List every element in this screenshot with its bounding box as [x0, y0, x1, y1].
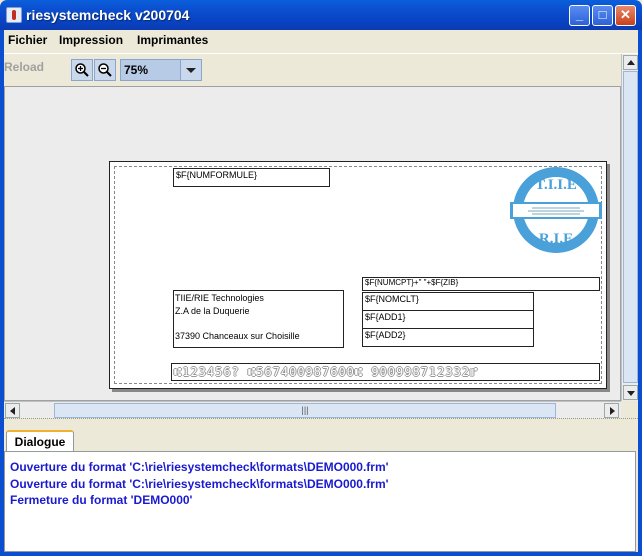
scroll-down-button[interactable]	[623, 385, 638, 400]
vertical-scroll-thumb[interactable]	[623, 71, 638, 383]
field-add2: $F{ADD2}	[362, 328, 534, 347]
zoom-in-button[interactable]	[71, 59, 93, 81]
console-message: Ouverture du format 'C:\rie\riesystemche…	[10, 460, 389, 474]
tiie-rie-logo: T.I.I.E R.I.E	[510, 167, 602, 253]
sender-line-2: Z.A de la Duquerie	[175, 306, 250, 316]
chevron-down-icon[interactable]	[180, 59, 202, 81]
scroll-left-button[interactable]	[5, 403, 20, 418]
sender-line-4: 37390 Chanceaux sur Choisille	[175, 331, 300, 341]
window-title: riesystemcheck v200704	[26, 7, 190, 23]
horizontal-scroll-thumb[interactable]: |||	[54, 403, 556, 418]
java-app-icon	[6, 7, 22, 23]
field-numcpt-zib: $F{NUMCPT}+" "+$F{ZIB}	[362, 277, 600, 291]
arrow-up-icon	[627, 60, 635, 65]
menu-impression[interactable]: Impression	[59, 33, 123, 47]
console-message: Fermeture du format 'DEMO000'	[10, 493, 193, 507]
zoom-out-icon	[98, 63, 112, 77]
reload-button[interactable]: Reload	[4, 60, 44, 74]
menu-bar: Fichier Impression Imprimantes	[4, 30, 638, 50]
sender-line-1: TIIE/RIE Technologies	[175, 293, 264, 303]
window-frame-bottom	[0, 552, 642, 556]
micr-line-text: ⑆123456? ⑆567400987600⑆ 900998712332⑈	[174, 365, 479, 379]
svg-text:R.I.E: R.I.E	[539, 231, 573, 247]
split-pane-divider[interactable]	[4, 418, 638, 428]
zoom-in-icon	[75, 63, 89, 77]
document-page: $F{NUMFORMULE} T.I.I.E R.I.E $F{NUMCPT}+…	[109, 161, 607, 389]
window-frame-right	[638, 30, 642, 556]
micr-line-box: ⑆123456? ⑆567400987600⑆ 900998712332⑈	[171, 363, 600, 381]
menu-fichier[interactable]: Fichier	[8, 33, 47, 47]
maximize-button[interactable]: □	[592, 5, 613, 26]
zoom-out-button[interactable]	[94, 59, 116, 81]
field-nomclt: $F{NOMCLT}	[362, 292, 534, 311]
scroll-right-button[interactable]	[604, 403, 619, 418]
close-button[interactable]: ✕	[615, 5, 636, 26]
sender-address-box: TIIE/RIE Technologies Z.A de la Duquerie…	[173, 290, 344, 348]
minimize-button[interactable]: _	[569, 5, 590, 26]
menu-imprimantes[interactable]: Imprimantes	[137, 33, 208, 47]
title-bar: riesystemcheck v200704 _ □ ✕	[0, 0, 642, 30]
horizontal-scrollbar[interactable]: |||	[4, 401, 621, 418]
svg-text:T.I.I.E: T.I.I.E	[535, 177, 577, 193]
console-message: Ouverture du format 'C:\rie\riesystemche…	[10, 477, 389, 491]
arrow-down-icon	[627, 391, 635, 396]
dialogue-console: Ouverture du format 'C:\rie\riesystemche…	[4, 451, 636, 552]
arrow-right-icon	[610, 407, 615, 415]
vertical-scrollbar[interactable]	[621, 54, 638, 401]
field-numformule: $F{NUMFORMULE}	[173, 168, 330, 187]
scroll-up-button[interactable]	[623, 55, 638, 70]
document-viewport[interactable]: $F{NUMFORMULE} T.I.I.E R.I.E $F{NUMCPT}+…	[4, 86, 621, 401]
field-add1: $F{ADD1}	[362, 310, 534, 329]
arrow-left-icon	[10, 407, 15, 415]
zoom-combo-value[interactable]: 75%	[120, 59, 182, 81]
toolbar: Reload 75%	[4, 53, 638, 85]
tab-dialogue[interactable]: Dialogue	[6, 430, 74, 452]
